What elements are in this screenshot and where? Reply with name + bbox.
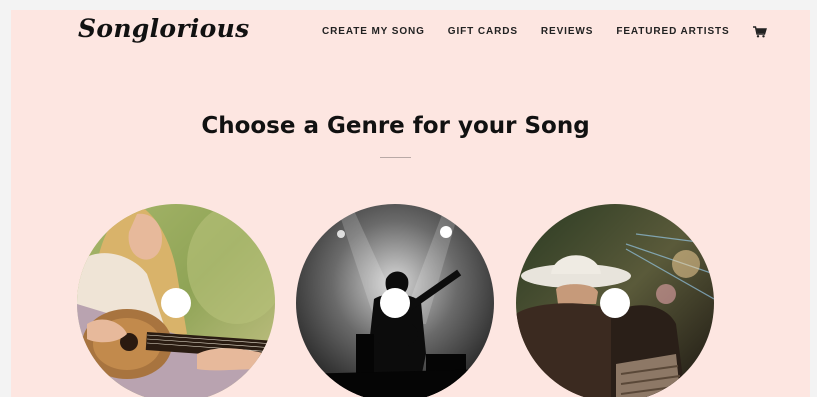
page-title: Choose a Genre for your Song — [201, 113, 590, 139]
logo[interactable]: Songlorious — [78, 14, 249, 43]
disc-hole — [380, 288, 410, 318]
disc-hole — [600, 288, 630, 318]
disc-hole — [161, 288, 191, 318]
nav-gift-cards[interactable]: GIFT CARDS — [448, 26, 518, 37]
page: Songlorious CREATE MY SONG GIFT CARDS RE… — [11, 10, 810, 397]
nav-reviews[interactable]: REVIEWS — [541, 26, 593, 37]
main-nav: CREATE MY SONG GIFT CARDS REVIEWS FEATUR… — [322, 25, 767, 38]
title-divider — [380, 157, 411, 158]
nav-create-my-song[interactable]: CREATE MY SONG — [322, 26, 425, 37]
cart-icon[interactable] — [752, 25, 767, 38]
genre-disc-rock[interactable] — [296, 204, 494, 397]
genre-disc-acoustic[interactable] — [77, 204, 275, 397]
genre-disc-country[interactable] — [516, 204, 714, 397]
nav-featured-artists[interactable]: FEATURED ARTISTS — [616, 26, 729, 37]
